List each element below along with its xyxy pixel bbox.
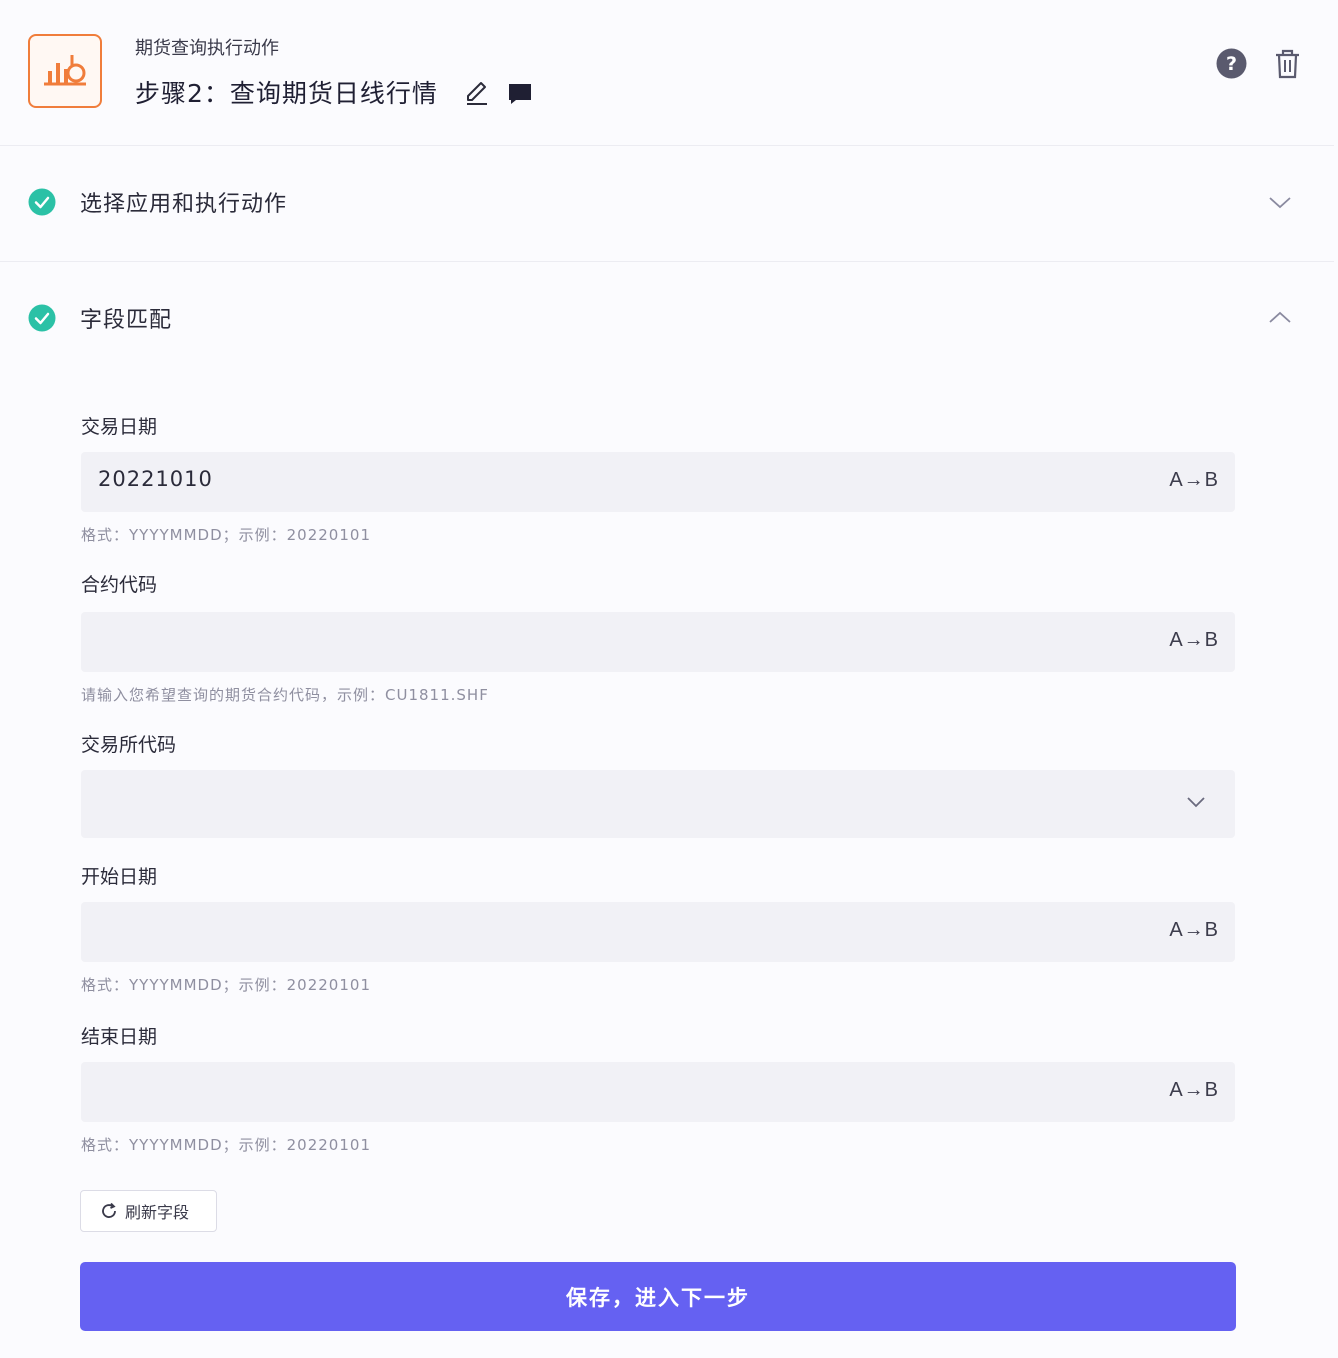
check-circle-icon: [28, 188, 56, 216]
chevron-up-icon[interactable]: [1266, 308, 1294, 328]
refresh-icon: [102, 1202, 116, 1218]
end-date-hint: 格式：YYYYMMDD；示例：20220101: [81, 1136, 371, 1154]
header-subtitle: 期货查询执行动作: [135, 38, 279, 59]
start-date-label: 开始日期: [81, 866, 158, 888]
svg-text:?: ?: [1226, 53, 1237, 75]
field-mapping-icon[interactable]: A→B: [1169, 469, 1219, 492]
trash-icon[interactable]: [1274, 49, 1301, 79]
section-select-app[interactable]: 选择应用和执行动作: [0, 146, 1334, 262]
trade-date-input[interactable]: 20221010 A→B: [81, 452, 1235, 512]
app-logo: [28, 34, 102, 108]
contract-code-input[interactable]: A→B: [81, 612, 1235, 672]
step-header: 期货查询执行动作 步骤2：查询期货日线行情 ?: [0, 0, 1334, 146]
field-mapping-icon[interactable]: A→B: [1169, 919, 1219, 942]
end-date-input[interactable]: A→B: [81, 1062, 1235, 1122]
start-date-input[interactable]: A→B: [81, 902, 1235, 962]
pencil-icon[interactable]: [464, 80, 490, 106]
exchange-code-label: 交易所代码: [81, 734, 177, 756]
field-mapping-icon[interactable]: A→B: [1169, 1079, 1219, 1102]
section-label: 选择应用和执行动作: [80, 192, 288, 217]
exchange-code-select[interactable]: [81, 770, 1235, 838]
contract-code-label: 合约代码: [81, 574, 158, 596]
step-title: 步骤2：查询期货日线行情: [135, 79, 438, 108]
save-next-button[interactable]: 保存，进入下一步: [80, 1262, 1236, 1331]
comment-icon[interactable]: [507, 82, 533, 106]
section-field-mapping[interactable]: 字段匹配: [0, 262, 1334, 378]
futures-chart-icon: [44, 55, 86, 86]
trade-date-value: 20221010: [98, 467, 213, 491]
chevron-down-icon[interactable]: [1266, 192, 1294, 212]
help-icon[interactable]: ?: [1216, 48, 1247, 79]
start-date-hint: 格式：YYYYMMDD；示例：20220101: [81, 976, 371, 994]
field-mapping-icon[interactable]: A→B: [1169, 629, 1219, 652]
chevron-down-icon[interactable]: [1185, 794, 1207, 810]
trade-date-hint: 格式：YYYYMMDD；示例：20220101: [81, 526, 371, 544]
trade-date-label: 交易日期: [81, 416, 158, 438]
refresh-fields-label: 刷新字段: [125, 1203, 190, 1222]
section-label: 字段匹配: [80, 308, 173, 333]
refresh-fields-button[interactable]: 刷新字段: [80, 1190, 217, 1232]
end-date-label: 结束日期: [81, 1026, 158, 1048]
contract-code-hint: 请输入您希望查询的期货合约代码，示例：CU1811.SHF: [81, 686, 489, 704]
check-circle-icon: [28, 304, 56, 332]
